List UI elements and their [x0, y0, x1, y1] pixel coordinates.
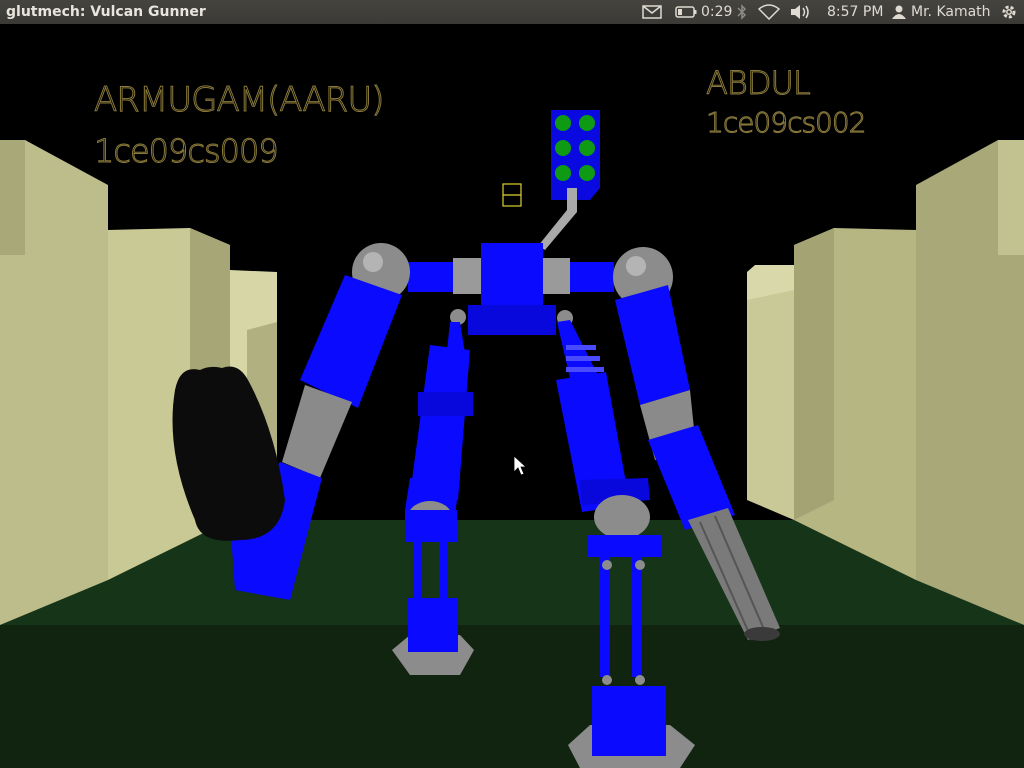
hud-right-id: 1ce09cs002 [706, 106, 867, 140]
battery-icon [675, 6, 697, 18]
wifi-icon[interactable] [758, 0, 780, 24]
user-menu[interactable]: Mr. Kamath [892, 0, 991, 24]
window-title: glutmech: Vulcan Gunner [6, 4, 206, 20]
mail-icon[interactable] [642, 0, 662, 24]
user-icon [892, 5, 906, 19]
clock[interactable]: 8:57 PM [827, 0, 883, 24]
top-panel: glutmech: Vulcan Gunner 0:29 8:57 PM Mr.… [0, 0, 1024, 24]
hud-right-name: ABDUL [706, 64, 812, 103]
volume-icon[interactable] [790, 0, 812, 24]
battery-indicator[interactable]: 0:29 [675, 0, 732, 24]
user-name: Mr. Kamath [911, 4, 991, 20]
mouse-cursor-icon [513, 455, 528, 476]
battery-time: 0:29 [701, 4, 733, 20]
gear-icon[interactable] [1000, 0, 1018, 24]
hud-left-id: 1ce09cs009 [94, 132, 280, 171]
hud-left-name: ARMUGAM(AARU) [94, 80, 386, 121]
bluetooth-icon[interactable] [737, 0, 747, 24]
game-viewport[interactable]: ARMUGAM(AARU) 1ce09cs009 ABDUL 1ce09cs00… [0, 24, 1024, 768]
missile-pod [538, 110, 600, 250]
